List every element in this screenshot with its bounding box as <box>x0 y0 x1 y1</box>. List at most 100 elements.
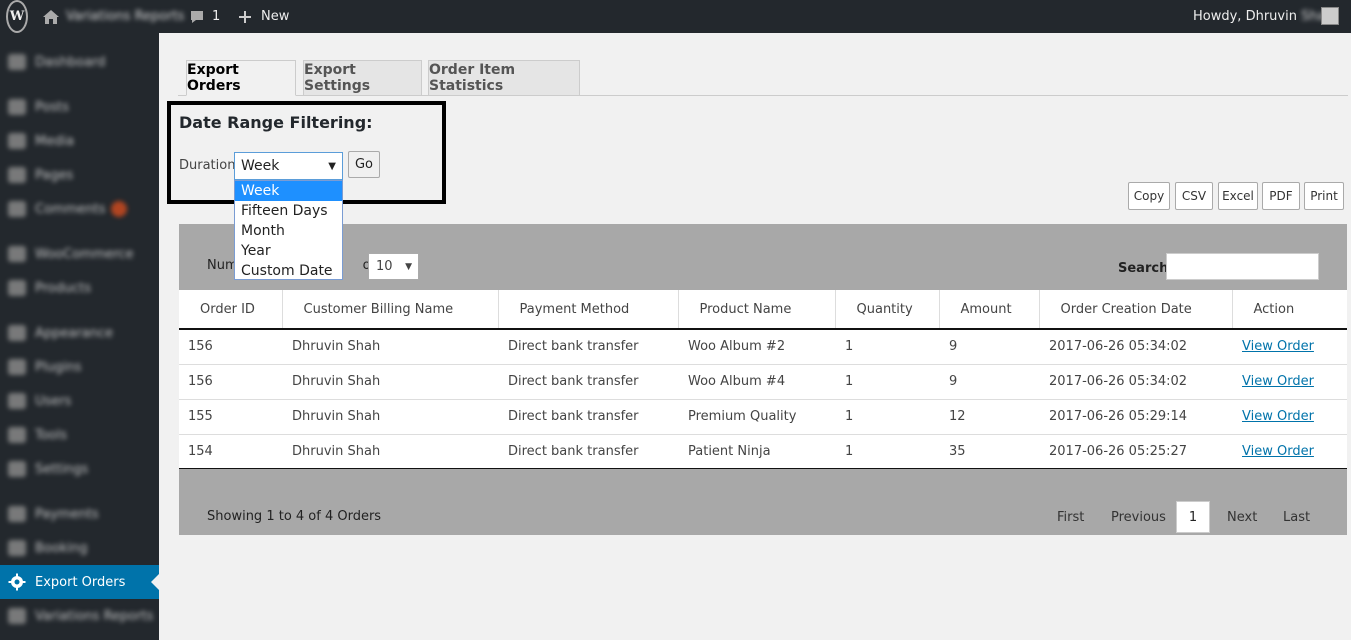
column-header[interactable]: Payment Method <box>498 290 679 330</box>
amount-cell: 9 <box>939 364 1039 400</box>
column-header[interactable]: Product Name <box>678 290 836 330</box>
order-id-cell: 156 <box>179 364 282 400</box>
column-header[interactable]: Quantity <box>835 290 940 330</box>
view-order-link[interactable]: View Order <box>1242 374 1314 389</box>
print-button[interactable]: Print <box>1304 182 1344 210</box>
brush-icon <box>8 325 26 341</box>
view-order-link[interactable]: View Order <box>1242 409 1314 424</box>
pin-icon <box>8 99 26 115</box>
pagination-next-button[interactable]: Next <box>1227 510 1257 525</box>
copy-button[interactable]: Copy <box>1128 182 1170 210</box>
quantity-cell: 1 <box>835 434 939 470</box>
product-name-cell: Woo Album #2 <box>678 329 835 365</box>
amount-cell: 12 <box>939 399 1039 435</box>
column-header[interactable]: Customer Billing Name <box>282 290 499 330</box>
quantity-cell: 1 <box>835 399 939 435</box>
comments-count[interactable]: 1 <box>212 0 220 33</box>
table-info-text: Showing 1 to 4 of 4 Orders <box>207 509 382 524</box>
dashboard-icon <box>8 54 26 70</box>
sidebar-item-booking[interactable]: Booking <box>0 531 159 565</box>
billing-name-cell: Dhruvin Shah <box>282 364 498 400</box>
payment-method-cell: Direct bank transfer <box>498 399 678 435</box>
users-icon <box>8 393 26 409</box>
sidebar-item-settings[interactable]: Settings <box>0 452 159 486</box>
view-order-link[interactable]: View Order <box>1242 339 1314 354</box>
column-header[interactable]: Order ID <box>179 290 283 330</box>
sidebar-item-label: Dashboard <box>35 54 106 70</box>
sidebar-item-payments[interactable]: Payments <box>0 497 159 531</box>
sidebar-item-comments[interactable]: Comments <box>0 192 159 226</box>
billing-name-cell: Dhruvin Shah <box>282 399 498 435</box>
filter-title: Date Range Filtering: <box>179 113 373 132</box>
sidebar-item-pages[interactable]: Pages <box>0 158 159 192</box>
excel-button[interactable]: Excel <box>1218 182 1258 210</box>
plugin-icon <box>8 359 26 375</box>
home-icon[interactable] <box>42 0 60 33</box>
table-row: 155 Dhruvin Shah Direct bank transfer Pr… <box>179 399 1347 435</box>
pdf-button[interactable]: PDF <box>1262 182 1300 210</box>
column-header[interactable]: Amount <box>939 290 1040 330</box>
avatar[interactable] <box>1321 7 1339 25</box>
duration-option-custom-date[interactable]: Custom Date <box>235 261 342 281</box>
new-content-link[interactable]: New <box>261 0 289 33</box>
sidebar-item-label: Payments <box>35 506 99 522</box>
comments-icon[interactable] <box>189 0 205 33</box>
sidebar-item-plugins[interactable]: Plugins <box>0 350 159 384</box>
chevron-down-icon: ▼ <box>328 161 336 172</box>
go-button[interactable]: Go <box>348 151 380 178</box>
tab-export-settings[interactable]: Export Settings <box>303 60 422 96</box>
sidebar-item-label: Products <box>35 280 92 296</box>
cart-icon <box>8 506 26 522</box>
sidebar-item-label: Appearance <box>35 325 114 341</box>
howdy-text: Howdy, Dhruvin <box>1193 9 1297 24</box>
sidebar-item-label: WooCommerce <box>35 246 134 262</box>
column-header[interactable]: Order Creation Date <box>1039 290 1233 330</box>
sidebar-item-export-orders[interactable]: Export Orders <box>0 565 159 599</box>
admin-bar: W Variations Reports 1 New Howdy, Dhruvi… <box>0 0 1351 33</box>
quantity-cell: 1 <box>835 364 939 400</box>
pagination-previous-button[interactable]: Previous <box>1111 510 1166 525</box>
media-icon <box>8 133 26 149</box>
page-length-select[interactable]: 10 ▼ <box>368 253 419 280</box>
sidebar-item-appearance[interactable]: Appearance <box>0 316 159 350</box>
search-input[interactable] <box>1166 253 1319 280</box>
pages-icon <box>8 167 26 183</box>
howdy-greeting[interactable]: Howdy, Dhruvin Shah <box>1193 9 1334 24</box>
table-header-row: Order ID Customer Billing Name Payment M… <box>179 290 1347 330</box>
order-date-cell: 2017-06-26 05:34:02 <box>1039 329 1232 365</box>
order-date-cell: 2017-06-26 05:29:14 <box>1039 399 1232 435</box>
duration-option-month[interactable]: Month <box>235 221 342 241</box>
wordpress-logo-icon[interactable]: W <box>6 0 28 33</box>
orders-table: Order ID Customer Billing Name Payment M… <box>179 290 1347 470</box>
sidebar-item-products[interactable]: Products <box>0 271 159 305</box>
duration-option-year[interactable]: Year <box>235 241 342 261</box>
tab-order-item-statistics[interactable]: Order Item Statistics <box>428 60 580 96</box>
settings-icon <box>8 461 26 477</box>
site-name-link[interactable]: Variations Reports <box>66 0 184 33</box>
column-header[interactable]: Action <box>1232 290 1347 330</box>
duration-select[interactable]: Week ▼ <box>234 152 343 180</box>
page-length-value: 10 <box>376 259 393 274</box>
duration-label: Duration <box>179 158 236 173</box>
duration-option-week[interactable]: Week <box>235 181 342 201</box>
pagination-last-button[interactable]: Last <box>1283 510 1310 525</box>
plus-icon[interactable] <box>238 0 252 33</box>
tab-export-orders[interactable]: Export Orders <box>186 60 296 96</box>
sidebar-item-users[interactable]: Users <box>0 384 159 418</box>
sidebar-item-label: Booking <box>35 540 88 556</box>
sidebar-item-variations-reports[interactable]: Variations Reports <box>0 599 159 633</box>
table-row: 156 Dhruvin Shah Direct bank transfer Wo… <box>179 364 1347 400</box>
sidebar-item-woocommerce[interactable]: WooCommerce <box>0 237 159 271</box>
payment-method-cell: Direct bank transfer <box>498 364 678 400</box>
sidebar-item-dashboard[interactable]: Dashboard <box>0 45 159 79</box>
woo-icon <box>8 246 26 262</box>
sidebar-item-posts[interactable]: Posts <box>0 90 159 124</box>
sidebar-item-media[interactable]: Media <box>0 124 159 158</box>
pagination-first-button[interactable]: First <box>1057 510 1084 525</box>
csv-button[interactable]: CSV <box>1175 182 1213 210</box>
duration-option-fifteen-days[interactable]: Fifteen Days <box>235 201 342 221</box>
pagination-current-page[interactable]: 1 <box>1176 501 1210 533</box>
view-order-link[interactable]: View Order <box>1242 444 1314 459</box>
sidebar-item-tools[interactable]: Tools <box>0 418 159 452</box>
product-name-cell: Patient Ninja <box>678 434 835 470</box>
